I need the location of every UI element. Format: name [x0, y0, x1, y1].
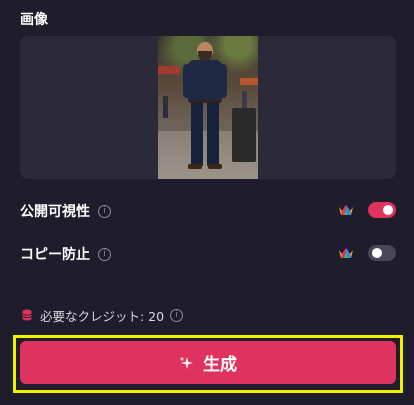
toggle-knob	[372, 248, 382, 258]
copy-protection-row: コピー防止 i	[20, 242, 396, 266]
image-section-title: 画像	[20, 12, 48, 28]
image-preview-panel[interactable]	[20, 36, 396, 179]
visibility-info-icon[interactable]: i	[98, 204, 111, 218]
sparkle-icon	[179, 356, 193, 369]
toggle-knob	[383, 205, 393, 215]
copy-protection-info-icon[interactable]: i	[98, 247, 111, 261]
credits-text: 必要なクレジット: 20	[40, 308, 165, 324]
copy-protection-label: コピー防止	[20, 247, 90, 263]
generate-button[interactable]: 生成	[20, 341, 396, 384]
visibility-row: 公開可視性 i	[20, 199, 396, 223]
generate-label: 生成	[203, 355, 237, 375]
premium-crown-icon	[339, 248, 353, 258]
uploaded-photo	[158, 36, 258, 179]
visibility-toggle[interactable]	[368, 202, 396, 218]
credits-info-icon[interactable]: i	[170, 308, 184, 322]
premium-crown-icon	[339, 205, 353, 215]
copy-protection-toggle[interactable]	[368, 245, 396, 261]
coin-stack-icon	[22, 309, 32, 321]
required-credits: 必要なクレジット: 20 i	[22, 305, 184, 325]
visibility-label: 公開可視性	[20, 204, 90, 220]
